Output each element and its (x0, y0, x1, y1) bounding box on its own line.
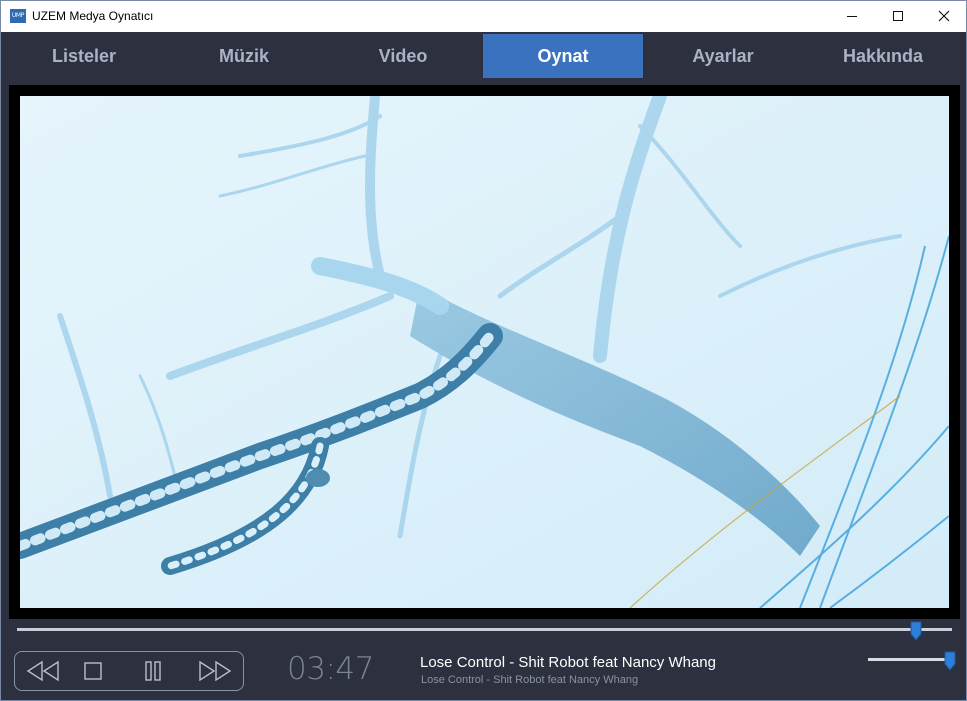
elapsed-time: 03:47 (287, 651, 374, 687)
playback-controls (14, 651, 244, 691)
video-viewport[interactable] (20, 96, 949, 608)
main-nav: Listeler Müzik Video Oynat Ayarlar Hakkı… (1, 32, 966, 79)
track-title: Lose Control - Shit Robot feat Nancy Wha… (420, 654, 716, 671)
pause-button[interactable] (125, 652, 181, 690)
volume-slider[interactable] (868, 658, 954, 661)
stop-button[interactable] (65, 652, 121, 690)
volume-thumb[interactable] (944, 651, 956, 671)
seek-bar[interactable] (17, 628, 952, 631)
tab-muzik[interactable]: Müzik (164, 34, 324, 78)
rewind-icon (26, 660, 59, 682)
close-button[interactable] (921, 1, 967, 32)
tab-oynat[interactable]: Oynat (483, 34, 643, 78)
fast-forward-icon (199, 660, 232, 682)
video-frame (9, 85, 960, 619)
stop-icon (84, 662, 102, 680)
minimize-icon (847, 16, 857, 17)
tab-video[interactable]: Video (323, 34, 483, 78)
maximize-button[interactable] (875, 1, 921, 32)
maximize-icon (893, 11, 903, 21)
pause-icon (145, 661, 161, 681)
fast-forward-button[interactable] (187, 652, 243, 690)
minimize-button[interactable] (829, 1, 875, 32)
window-title: UZEM Medya Oynatıcı (32, 9, 154, 23)
app-logo-icon: UMP (10, 9, 26, 23)
close-icon (938, 10, 950, 22)
tab-hakkinda[interactable]: Hakkında (803, 34, 963, 78)
track-subtitle: Lose Control - Shit Robot feat Nancy Wha… (421, 674, 639, 686)
tab-ayarlar[interactable]: Ayarlar (643, 34, 803, 78)
title-bar[interactable]: UMP UZEM Medya Oynatıcı (1, 1, 966, 32)
app-window: UMP UZEM Medya Oynatıcı Listeler Müzik V… (0, 0, 967, 701)
rewind-button[interactable] (15, 652, 71, 690)
seek-thumb[interactable] (910, 621, 922, 641)
video-frame-image (20, 96, 949, 608)
tab-listeler[interactable]: Listeler (4, 34, 164, 78)
